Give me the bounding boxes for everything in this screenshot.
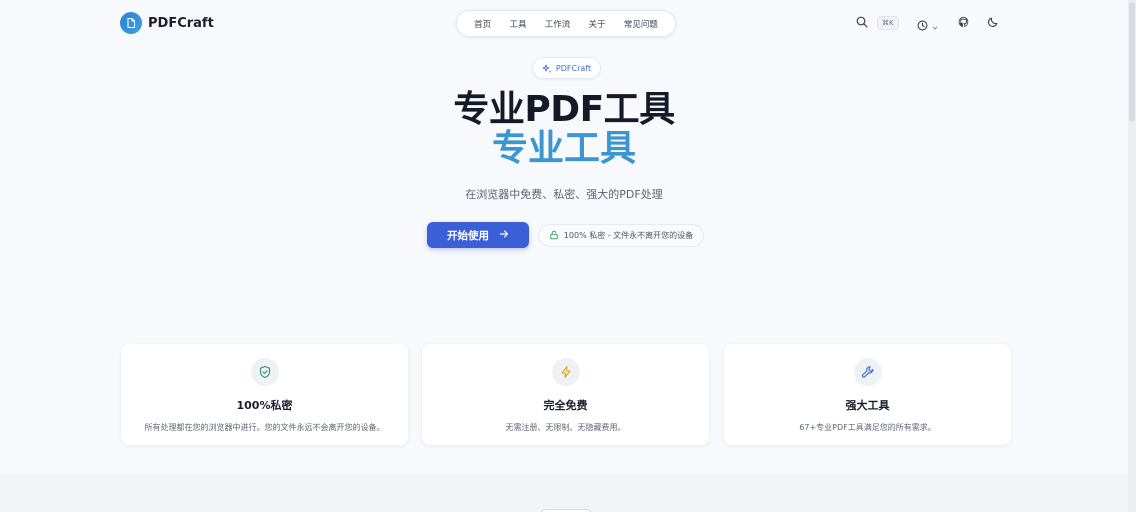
github-icon[interactable] bbox=[958, 16, 970, 28]
main-nav: 首页 工具 工作流 关于 常见问题 bbox=[456, 10, 676, 37]
feature-card-free: 完全免费 无需注册、无限制、无隐藏费用。 bbox=[422, 344, 709, 445]
nav-item-tools[interactable]: 工具 bbox=[509, 18, 526, 30]
nav-item-workflow[interactable]: 工作流 bbox=[545, 18, 571, 30]
hero-title: 专业PDF工具 bbox=[453, 89, 675, 130]
lightning-icon bbox=[551, 358, 580, 386]
page-scrollbar[interactable] bbox=[1128, 0, 1136, 512]
feature-card-privacy: 100%私密 所有处理都在您的浏览器中进行。您的文件永远不会离开您的设备。 bbox=[121, 344, 408, 445]
feature-description: 所有处理都在您的浏览器中进行。您的文件永远不会离开您的设备。 bbox=[144, 423, 385, 432]
get-started-label: 开始使用 bbox=[447, 229, 489, 242]
privacy-note: 100% 私密 - 文件永不离开您的设备 bbox=[538, 224, 704, 247]
hero-subtitle: 专业工具 bbox=[491, 128, 636, 169]
feature-title: 完全免费 bbox=[543, 399, 588, 412]
chevron-down-icon bbox=[932, 16, 938, 35]
feature-card-tools: 强大工具 67+专业PDF工具满足您的所有需求。 bbox=[724, 344, 1011, 445]
sparkle-icon bbox=[542, 59, 552, 78]
feature-title: 强大工具 bbox=[845, 399, 890, 412]
feature-description: 无需注册、无限制、无隐藏费用。 bbox=[505, 423, 626, 432]
document-icon bbox=[120, 12, 142, 34]
nav-item-home[interactable]: 首页 bbox=[474, 18, 491, 30]
site-header: PDFCraft 首页 工具 工作流 关于 常见问题 ⌘K bbox=[0, 0, 1128, 46]
get-started-button[interactable]: 开始使用 bbox=[427, 222, 529, 248]
scrollbar-thumb[interactable] bbox=[1129, 2, 1135, 122]
arrow-right-icon bbox=[499, 229, 509, 242]
search-icon[interactable] bbox=[856, 16, 868, 28]
brand-logo[interactable]: PDFCraft bbox=[120, 12, 214, 34]
shield-check-icon bbox=[250, 358, 279, 386]
feature-description: 67+专业PDF工具满足您的所有需求。 bbox=[799, 423, 936, 432]
nav-item-faq[interactable]: 常见问题 bbox=[624, 18, 658, 30]
nav-item-about[interactable]: 关于 bbox=[589, 18, 606, 30]
privacy-note-text: 100% 私密 - 文件永不离开您的设备 bbox=[563, 231, 694, 240]
history-icon bbox=[917, 16, 928, 35]
history-dropdown[interactable] bbox=[917, 16, 938, 35]
feature-title: 100%私密 bbox=[236, 399, 293, 412]
hero-badge: PDFCraft bbox=[532, 57, 601, 79]
hero-badge-label: PDFCraft bbox=[555, 63, 592, 73]
hero-description: 在浏览器中免费、私密、强大的PDF处理 bbox=[465, 188, 663, 201]
search-shortcut-badge[interactable]: ⌘K bbox=[877, 16, 899, 30]
brand-name: PDFCraft bbox=[148, 15, 214, 31]
lock-icon bbox=[549, 230, 559, 242]
moon-icon[interactable] bbox=[987, 16, 999, 28]
wrench-icon bbox=[853, 358, 882, 386]
next-section bbox=[0, 474, 1128, 512]
